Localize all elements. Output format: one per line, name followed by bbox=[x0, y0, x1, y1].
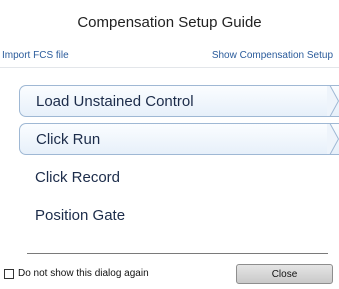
dialog-title: Compensation Setup Guide bbox=[77, 14, 262, 31]
show-compensation-setup-link[interactable]: Show Compensation Setup bbox=[212, 50, 333, 61]
step-label: Click Run bbox=[36, 130, 101, 148]
header-divider bbox=[0, 67, 339, 68]
step-arrow-icon bbox=[327, 85, 339, 117]
footer-divider bbox=[27, 253, 328, 254]
step-load-unstained-control[interactable]: Load Unstained Control bbox=[19, 85, 339, 117]
step-label: Load Unstained Control bbox=[36, 92, 194, 110]
step-position-gate[interactable]: Position Gate bbox=[19, 199, 339, 231]
step-label: Click Record bbox=[35, 168, 121, 186]
step-arrow-icon bbox=[327, 123, 339, 155]
step-click-record[interactable]: Click Record bbox=[19, 161, 339, 193]
checkbox-box[interactable] bbox=[4, 268, 14, 279]
close-button[interactable]: Close bbox=[236, 264, 333, 284]
do-not-show-checkbox[interactable]: Do not show this dialog again bbox=[4, 268, 149, 279]
import-fcs-link[interactable]: Import FCS file bbox=[2, 50, 69, 61]
step-click-run[interactable]: Click Run bbox=[19, 123, 339, 155]
step-label: Position Gate bbox=[35, 206, 126, 224]
checkbox-label: Do not show this dialog again bbox=[18, 268, 149, 279]
